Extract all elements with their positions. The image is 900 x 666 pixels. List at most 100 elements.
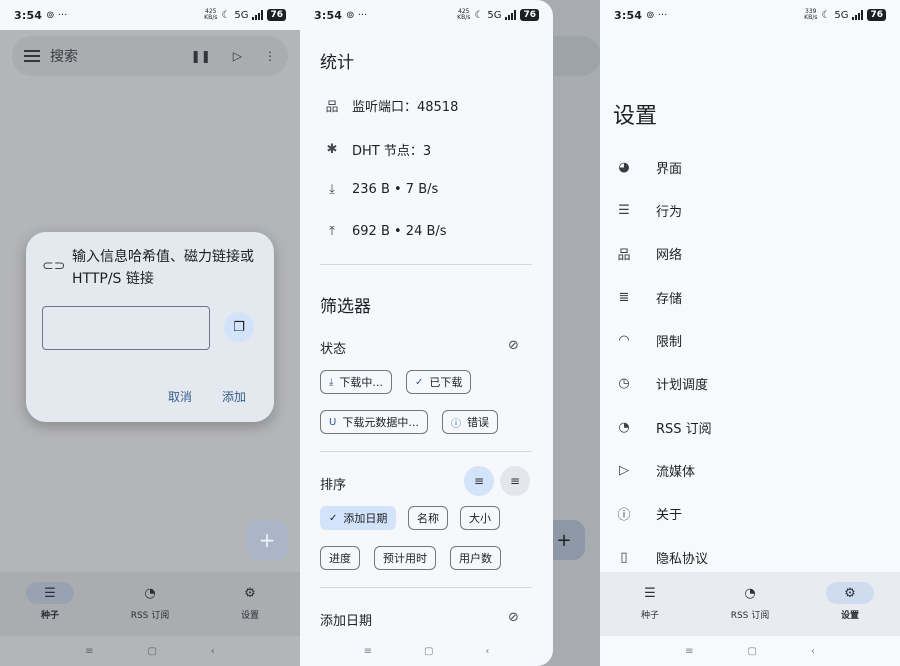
settings-item-limits[interactable]: ◠ 限制 xyxy=(614,331,682,350)
system-nav: ≡ ▢ ‹ xyxy=(600,636,900,666)
sort-label: 排序 xyxy=(320,478,347,493)
listen-port-row: 品 监听端口：48518 xyxy=(322,96,458,115)
chip-name[interactable]: 名称 xyxy=(408,506,448,530)
nav-rss[interactable]: ◔ RSS 订阅 xyxy=(700,572,800,636)
home-icon[interactable]: ▢ xyxy=(747,646,756,657)
signal-icon xyxy=(252,10,264,20)
palette-icon: ◕ xyxy=(618,160,630,175)
settings-item-about[interactable]: ⓘ 关于 xyxy=(614,504,682,523)
network-speed: 425 KB/s xyxy=(204,8,218,21)
filter-off-icon[interactable]: ⊘ xyxy=(508,610,519,625)
settings-item-storage[interactable]: ≣ 存储 xyxy=(614,288,682,307)
recents-icon[interactable]: ≡ xyxy=(685,646,693,657)
moon-icon: ☾ xyxy=(474,9,484,21)
chip-downloaded[interactable]: ✓ 已下载 xyxy=(406,370,472,394)
chip-progress[interactable]: 进度 xyxy=(320,546,360,570)
page-title: 设置 xyxy=(613,104,658,129)
panel-add-torrent: 3:54 ⊚ ··· 425 KB/s ☾ 5G 76 搜索 ❚❚ ▷ ⋮ + ☰… xyxy=(0,0,300,666)
back-icon[interactable]: ‹ xyxy=(811,646,815,657)
status-bar: 3:54 ⊚ ··· 425 KB/s ☾ 5G 76 xyxy=(0,0,300,30)
download-done-icon: ✓ xyxy=(415,376,424,388)
list-icon: ☰ xyxy=(644,585,656,601)
chip-downloading[interactable]: ⤓ 下载中... xyxy=(320,370,392,394)
chip-size[interactable]: 大小 xyxy=(460,506,500,530)
settings-item-network[interactable]: 品网络 xyxy=(614,244,682,263)
chip-error[interactable]: ⓘ 错误 xyxy=(442,410,498,434)
recents-icon[interactable]: ≡ xyxy=(364,646,372,657)
dht-row: ✱ DHT 节点：3 xyxy=(322,140,432,159)
settings-item-privacy[interactable]: ▯ 隐私协议 xyxy=(614,548,708,567)
nav-torrents[interactable]: ☰ 种子 xyxy=(600,572,700,636)
system-nav: ≡ ▢ ‹ xyxy=(300,636,553,666)
magnet-icon: U xyxy=(329,416,337,428)
settings-item-streaming[interactable]: ▷ 流媒体 xyxy=(614,461,695,480)
signal-icon xyxy=(852,10,864,20)
stats-heading: 统计 xyxy=(320,53,354,73)
network-icon: 品 xyxy=(617,248,631,263)
moon-icon: ☾ xyxy=(221,9,231,21)
back-icon[interactable]: ‹ xyxy=(485,646,489,657)
notification-icon: ⊚ ··· xyxy=(346,9,368,21)
chip-metadata[interactable]: U 下载元数据中... xyxy=(320,410,428,434)
battery-icon: 76 xyxy=(267,9,286,21)
tune-icon: ☰ xyxy=(618,203,630,218)
battery-icon: 76 xyxy=(520,9,539,21)
rss-icon: ◔ xyxy=(618,420,630,435)
home-icon[interactable]: ▢ xyxy=(424,646,433,657)
upload-row: ⤒ 692 B • 24 B/s xyxy=(322,224,446,239)
moon-icon: ☾ xyxy=(821,9,831,21)
state-label: 状态 xyxy=(320,342,347,357)
signal-icon xyxy=(505,10,517,20)
download-icon: ⤓ xyxy=(329,376,334,388)
settings-item-appearance[interactable]: ◕ 界面 xyxy=(614,158,682,177)
storage-icon: ≣ xyxy=(618,290,630,305)
panel-settings: 3:54 ⊚ ··· 339 KB/s ☾ 5G 76 设置 ◕ 界面 ☰ 行为 品网… xyxy=(600,0,900,666)
link-input[interactable] xyxy=(42,306,210,350)
check-icon: ✓ xyxy=(329,512,338,524)
upload-icon: ⤒ xyxy=(329,224,335,239)
panel-drawer: + 3:54 ⊚ ··· 425 KB/s ☾ 5G 76 统计 品 监听端口：4… xyxy=(300,0,600,666)
status-bar: 3:54 ⊚ ··· 425 KB/s ☾ 5G 76 xyxy=(300,0,553,30)
add-fab[interactable]: + xyxy=(246,520,288,560)
settings-item-scheduling[interactable]: ◷ 计划调度 xyxy=(614,374,708,393)
paste-icon[interactable]: ❐ xyxy=(224,312,254,342)
rss-icon: ◔ xyxy=(744,585,756,601)
play-icon: ▷ xyxy=(619,463,629,478)
gear-icon: ⚙ xyxy=(826,582,874,604)
settings-item-rss[interactable]: ◔ RSS 订阅 xyxy=(614,418,711,437)
info-icon: ⓘ xyxy=(617,508,631,523)
added-date-label: 添加日期 xyxy=(320,614,373,629)
notification-icon: ⊚ ··· xyxy=(646,9,668,21)
filter-heading: 筛选器 xyxy=(320,297,371,317)
chip-eta[interactable]: 预计用时 xyxy=(374,546,436,570)
clock-icon: ◷ xyxy=(618,376,630,391)
filter-off-icon[interactable]: ⊘ xyxy=(508,338,519,353)
status-time: 3:54 xyxy=(614,8,643,22)
status-bar: 3:54 ⊚ ··· 339 KB/s ☾ 5G 76 xyxy=(600,0,900,30)
document-icon: ▯ xyxy=(620,550,628,565)
add-torrent-dialog: ⊂⊃ 输入信息哈希值、磁力链接或 HTTP/S 链接 ❐ 取消 添加 xyxy=(26,232,274,422)
status-time: 3:54 xyxy=(14,8,43,22)
chip-peers[interactable]: 用户数 xyxy=(450,546,501,570)
link-icon: ⊂⊃ xyxy=(42,258,66,274)
settings-item-behavior[interactable]: ☰ 行为 xyxy=(614,201,682,220)
download-row: ⤓ 236 B • 7 B/s xyxy=(322,182,438,197)
battery-icon: 76 xyxy=(867,9,886,21)
dialog-title: 输入信息哈希值、磁力链接或 HTTP/S 链接 xyxy=(72,249,254,287)
navigation-drawer: 3:54 ⊚ ··· 425 KB/s ☾ 5G 76 统计 品 监听端口：485… xyxy=(300,0,553,666)
cancel-button[interactable]: 取消 xyxy=(168,388,192,405)
network-type: 5G xyxy=(234,9,249,21)
error-icon: ⓘ xyxy=(451,418,461,430)
nav-settings[interactable]: ⚙ 设置 xyxy=(800,572,900,636)
add-button[interactable]: 添加 xyxy=(222,388,246,405)
sort-ascending-icon[interactable]: ≡ xyxy=(464,466,494,496)
sort-descending-icon[interactable]: ≡ xyxy=(500,466,530,496)
status-time: 3:54 xyxy=(314,8,343,22)
hub-icon: ✱ xyxy=(326,142,338,157)
bottom-nav: ☰ 种子 ◔ RSS 订阅 ⚙ 设置 xyxy=(600,572,900,636)
download-icon: ⤓ xyxy=(329,182,335,197)
notification-icon: ⊚ ··· xyxy=(46,9,68,21)
chip-added-date[interactable]: ✓ 添加日期 xyxy=(320,506,397,530)
network-icon: 品 xyxy=(325,100,339,115)
speed-icon: ◠ xyxy=(618,333,630,348)
